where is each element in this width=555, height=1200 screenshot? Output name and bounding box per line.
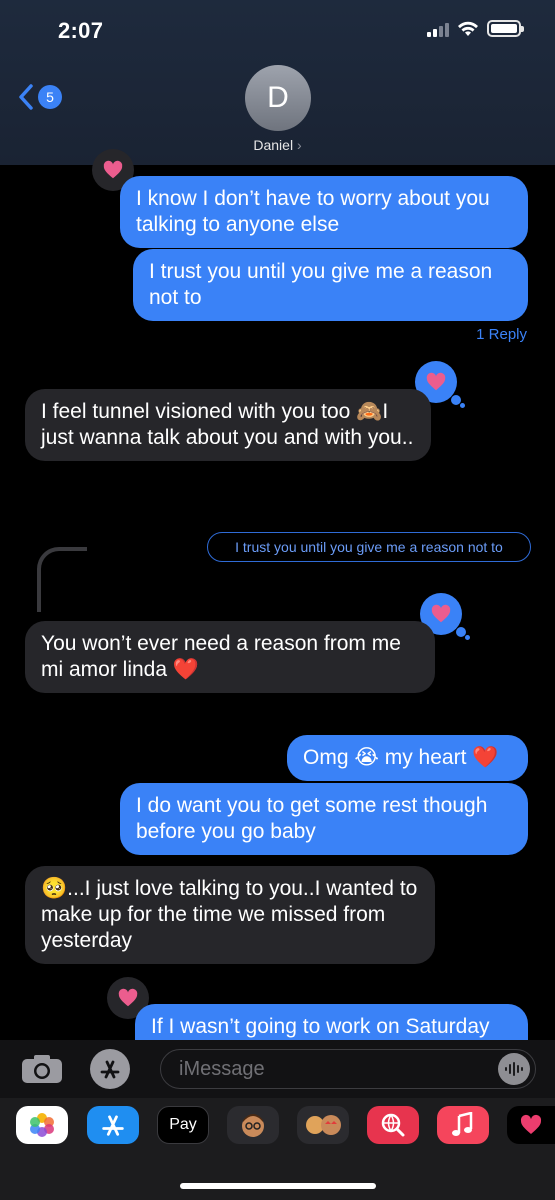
status-time: 2:07 bbox=[58, 18, 104, 43]
heart-icon bbox=[118, 988, 138, 1007]
imessage-input[interactable]: iMessage bbox=[160, 1049, 536, 1089]
app-store-button[interactable] bbox=[90, 1049, 130, 1089]
incoming-message[interactable]: 🥺...I just love talking to you..I wanted… bbox=[25, 866, 435, 964]
memoji-app-icon[interactable] bbox=[227, 1106, 279, 1144]
replies-link[interactable]: 1 Reply bbox=[476, 326, 527, 343]
wifi-icon bbox=[458, 21, 478, 36]
outgoing-message[interactable]: I trust you until you give me a reason n… bbox=[133, 249, 528, 321]
heart-icon bbox=[431, 604, 451, 623]
globe-search-icon bbox=[381, 1113, 405, 1137]
heart-icon bbox=[103, 160, 123, 179]
contact-name-button[interactable]: Daniel › bbox=[0, 137, 555, 153]
memoji-stickers-icon bbox=[306, 1115, 341, 1135]
contact-name: Daniel bbox=[253, 137, 294, 153]
heart-icon bbox=[520, 1114, 542, 1134]
heart-icon bbox=[426, 372, 446, 391]
home-indicator[interactable] bbox=[180, 1183, 376, 1189]
outgoing-message[interactable]: I do want you to get some rest though be… bbox=[120, 783, 528, 855]
chevron-right-icon: › bbox=[296, 137, 302, 153]
quoted-reply[interactable]: I trust you until you give me a reason n… bbox=[207, 532, 531, 562]
incoming-message[interactable]: I feel tunnel visioned with you too 🙈I j… bbox=[25, 389, 431, 461]
music-note-icon bbox=[452, 1112, 473, 1136]
status-icons bbox=[427, 20, 524, 37]
app-store-icon bbox=[102, 1115, 124, 1136]
outgoing-message[interactable]: Omg 😭 my heart ❤️ bbox=[287, 735, 528, 781]
app-store-icon bbox=[100, 1060, 120, 1079]
contact-avatar[interactable]: D bbox=[245, 65, 311, 131]
tapback-tail-dot bbox=[465, 635, 470, 640]
incoming-message[interactable]: You won’t ever need a reason from me mi … bbox=[25, 621, 435, 693]
unread-count-badge: 5 bbox=[38, 85, 62, 109]
input-placeholder: iMessage bbox=[179, 1057, 265, 1080]
outgoing-message[interactable]: I know I don’t have to worry about you t… bbox=[120, 176, 528, 248]
message-composer: iMessage bbox=[0, 1040, 555, 1098]
apple-pay-app-icon[interactable]: Pay bbox=[157, 1106, 209, 1144]
camera-icon[interactable] bbox=[20, 1053, 64, 1085]
search-app-icon[interactable] bbox=[367, 1106, 419, 1144]
app-store-app-icon[interactable] bbox=[87, 1106, 139, 1144]
digital-touch-app-icon[interactable] bbox=[507, 1106, 555, 1144]
photos-icon bbox=[30, 1113, 54, 1137]
back-button[interactable]: 5 bbox=[18, 84, 62, 110]
tapback-tail-dot bbox=[460, 403, 465, 408]
memoji-icon bbox=[242, 1114, 264, 1137]
waveform-icon bbox=[505, 1062, 523, 1076]
memoji-stickers-app-icon[interactable] bbox=[297, 1106, 349, 1144]
audio-message-button[interactable] bbox=[498, 1053, 530, 1085]
battery-icon bbox=[487, 20, 524, 37]
conversation-header: 2:07 5 D Daniel › bbox=[0, 0, 555, 165]
photos-app-icon[interactable] bbox=[16, 1106, 68, 1144]
music-app-icon[interactable] bbox=[437, 1106, 489, 1144]
chevron-left-icon bbox=[19, 84, 33, 110]
cellular-signal-icon bbox=[427, 21, 449, 37]
apple-pay-label: Pay bbox=[169, 1116, 197, 1133]
reply-thread-line bbox=[37, 547, 87, 612]
